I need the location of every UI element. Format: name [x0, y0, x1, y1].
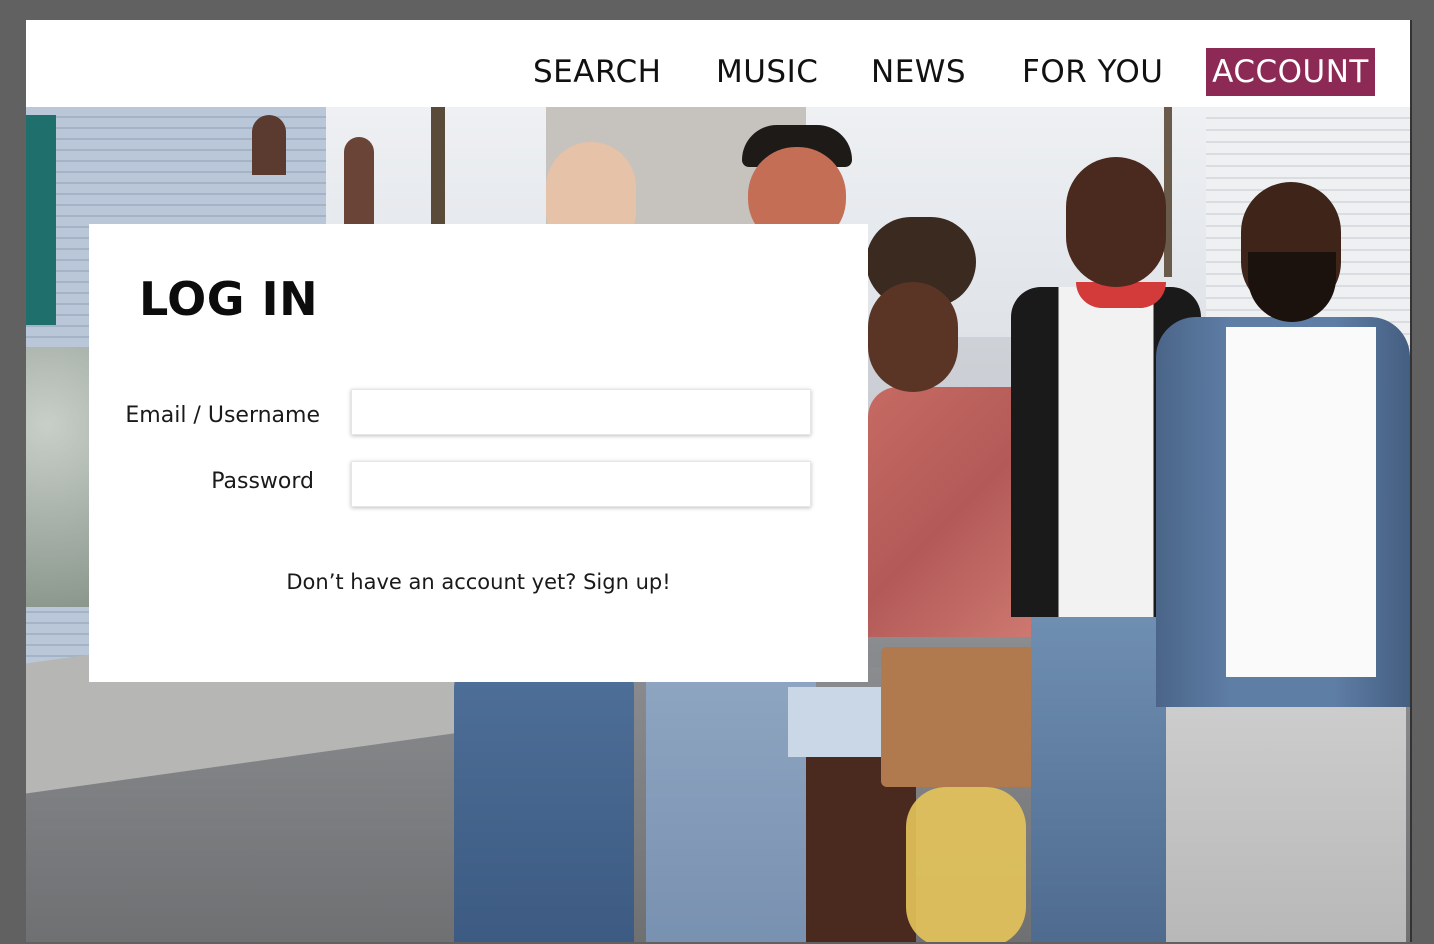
nav-music[interactable]: MUSIC	[716, 48, 818, 96]
password-input[interactable]	[351, 461, 811, 507]
email-label: Email / Username	[125, 403, 320, 428]
signup-link[interactable]: Sign up!	[583, 570, 671, 594]
signup-prompt: Don’t have an account yet? Sign up!	[89, 570, 868, 594]
email-input[interactable]	[351, 389, 811, 435]
nav-news[interactable]: NEWS	[871, 48, 966, 96]
signup-prompt-text: Don’t have an account yet?	[286, 570, 577, 594]
top-navbar: SEARCH MUSIC NEWS FOR YOU ACCOUNT	[26, 20, 1410, 107]
nav-for-you[interactable]: FOR YOU	[1022, 48, 1163, 96]
login-title: LOG IN	[139, 272, 319, 326]
browser-frame: SEARCH MUSIC NEWS FOR YOU ACCOUNT LOG IN…	[26, 20, 1412, 942]
password-label: Password	[211, 469, 314, 494]
nav-search[interactable]: SEARCH	[533, 48, 661, 96]
nav-account[interactable]: ACCOUNT	[1206, 48, 1375, 96]
login-card: LOG IN Email / Username Password Don’t h…	[89, 224, 868, 682]
